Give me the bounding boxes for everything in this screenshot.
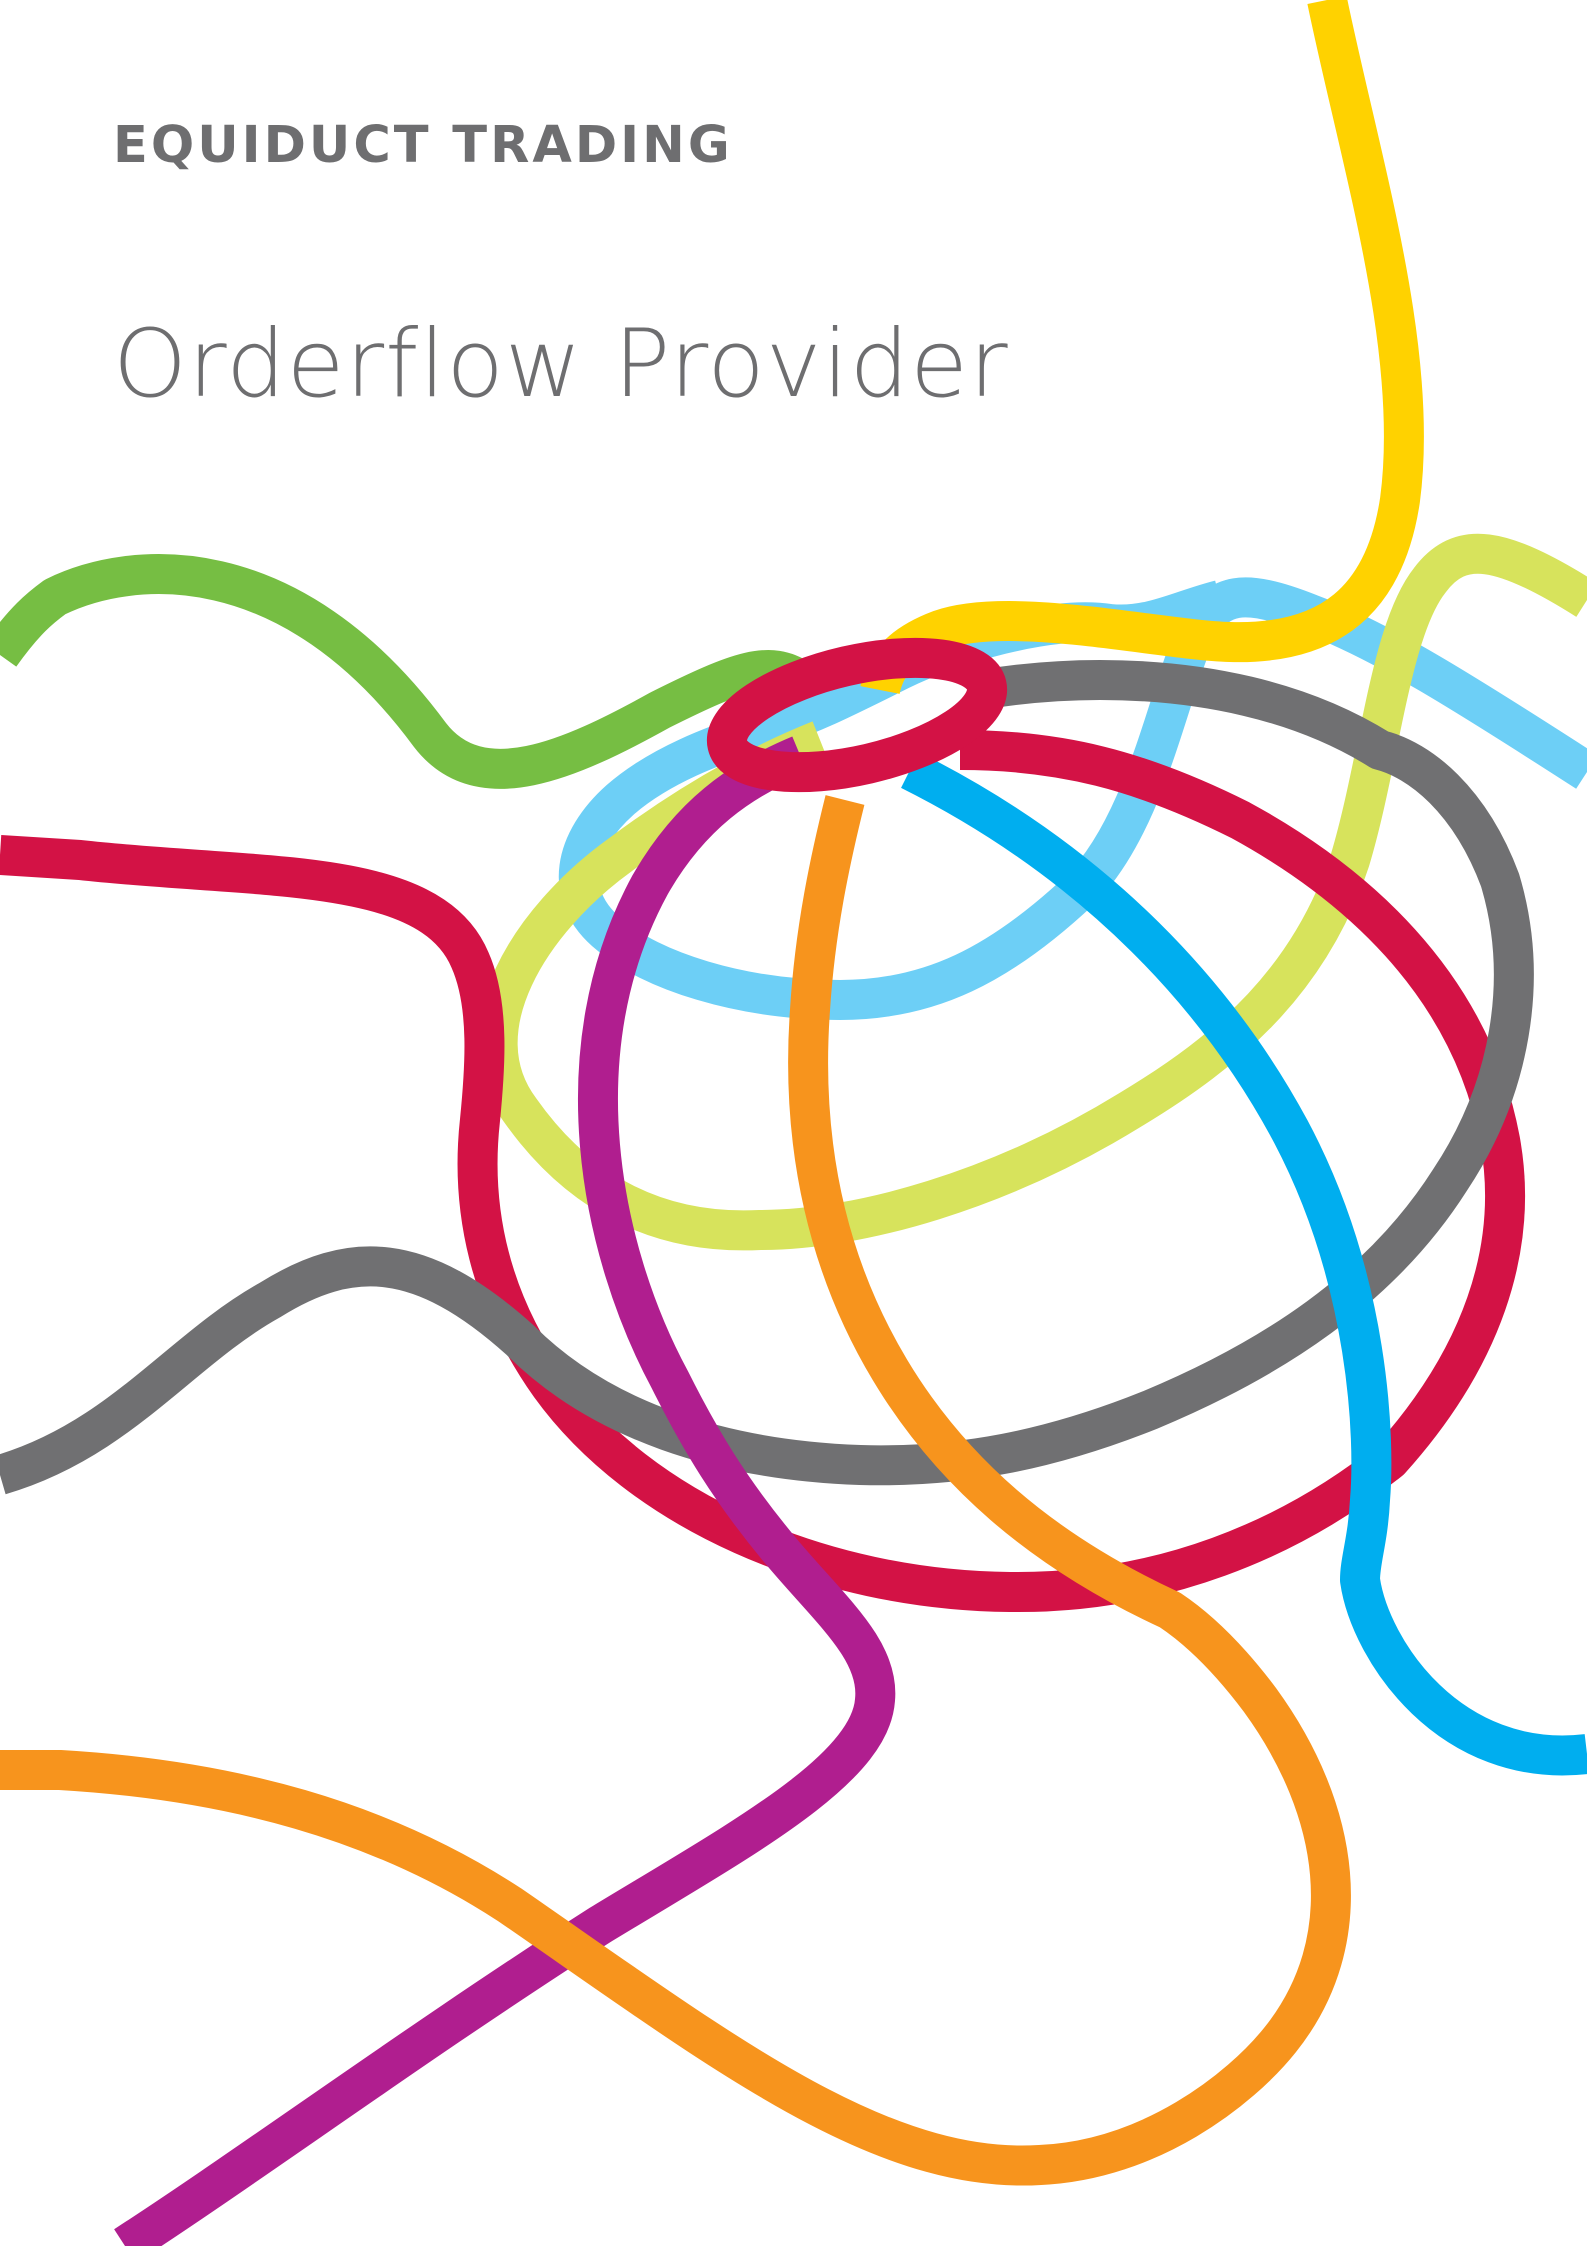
brand-name: EQUIDUCT TRADING — [113, 116, 733, 175]
document-title: Orderflow Provider — [113, 310, 1009, 419]
